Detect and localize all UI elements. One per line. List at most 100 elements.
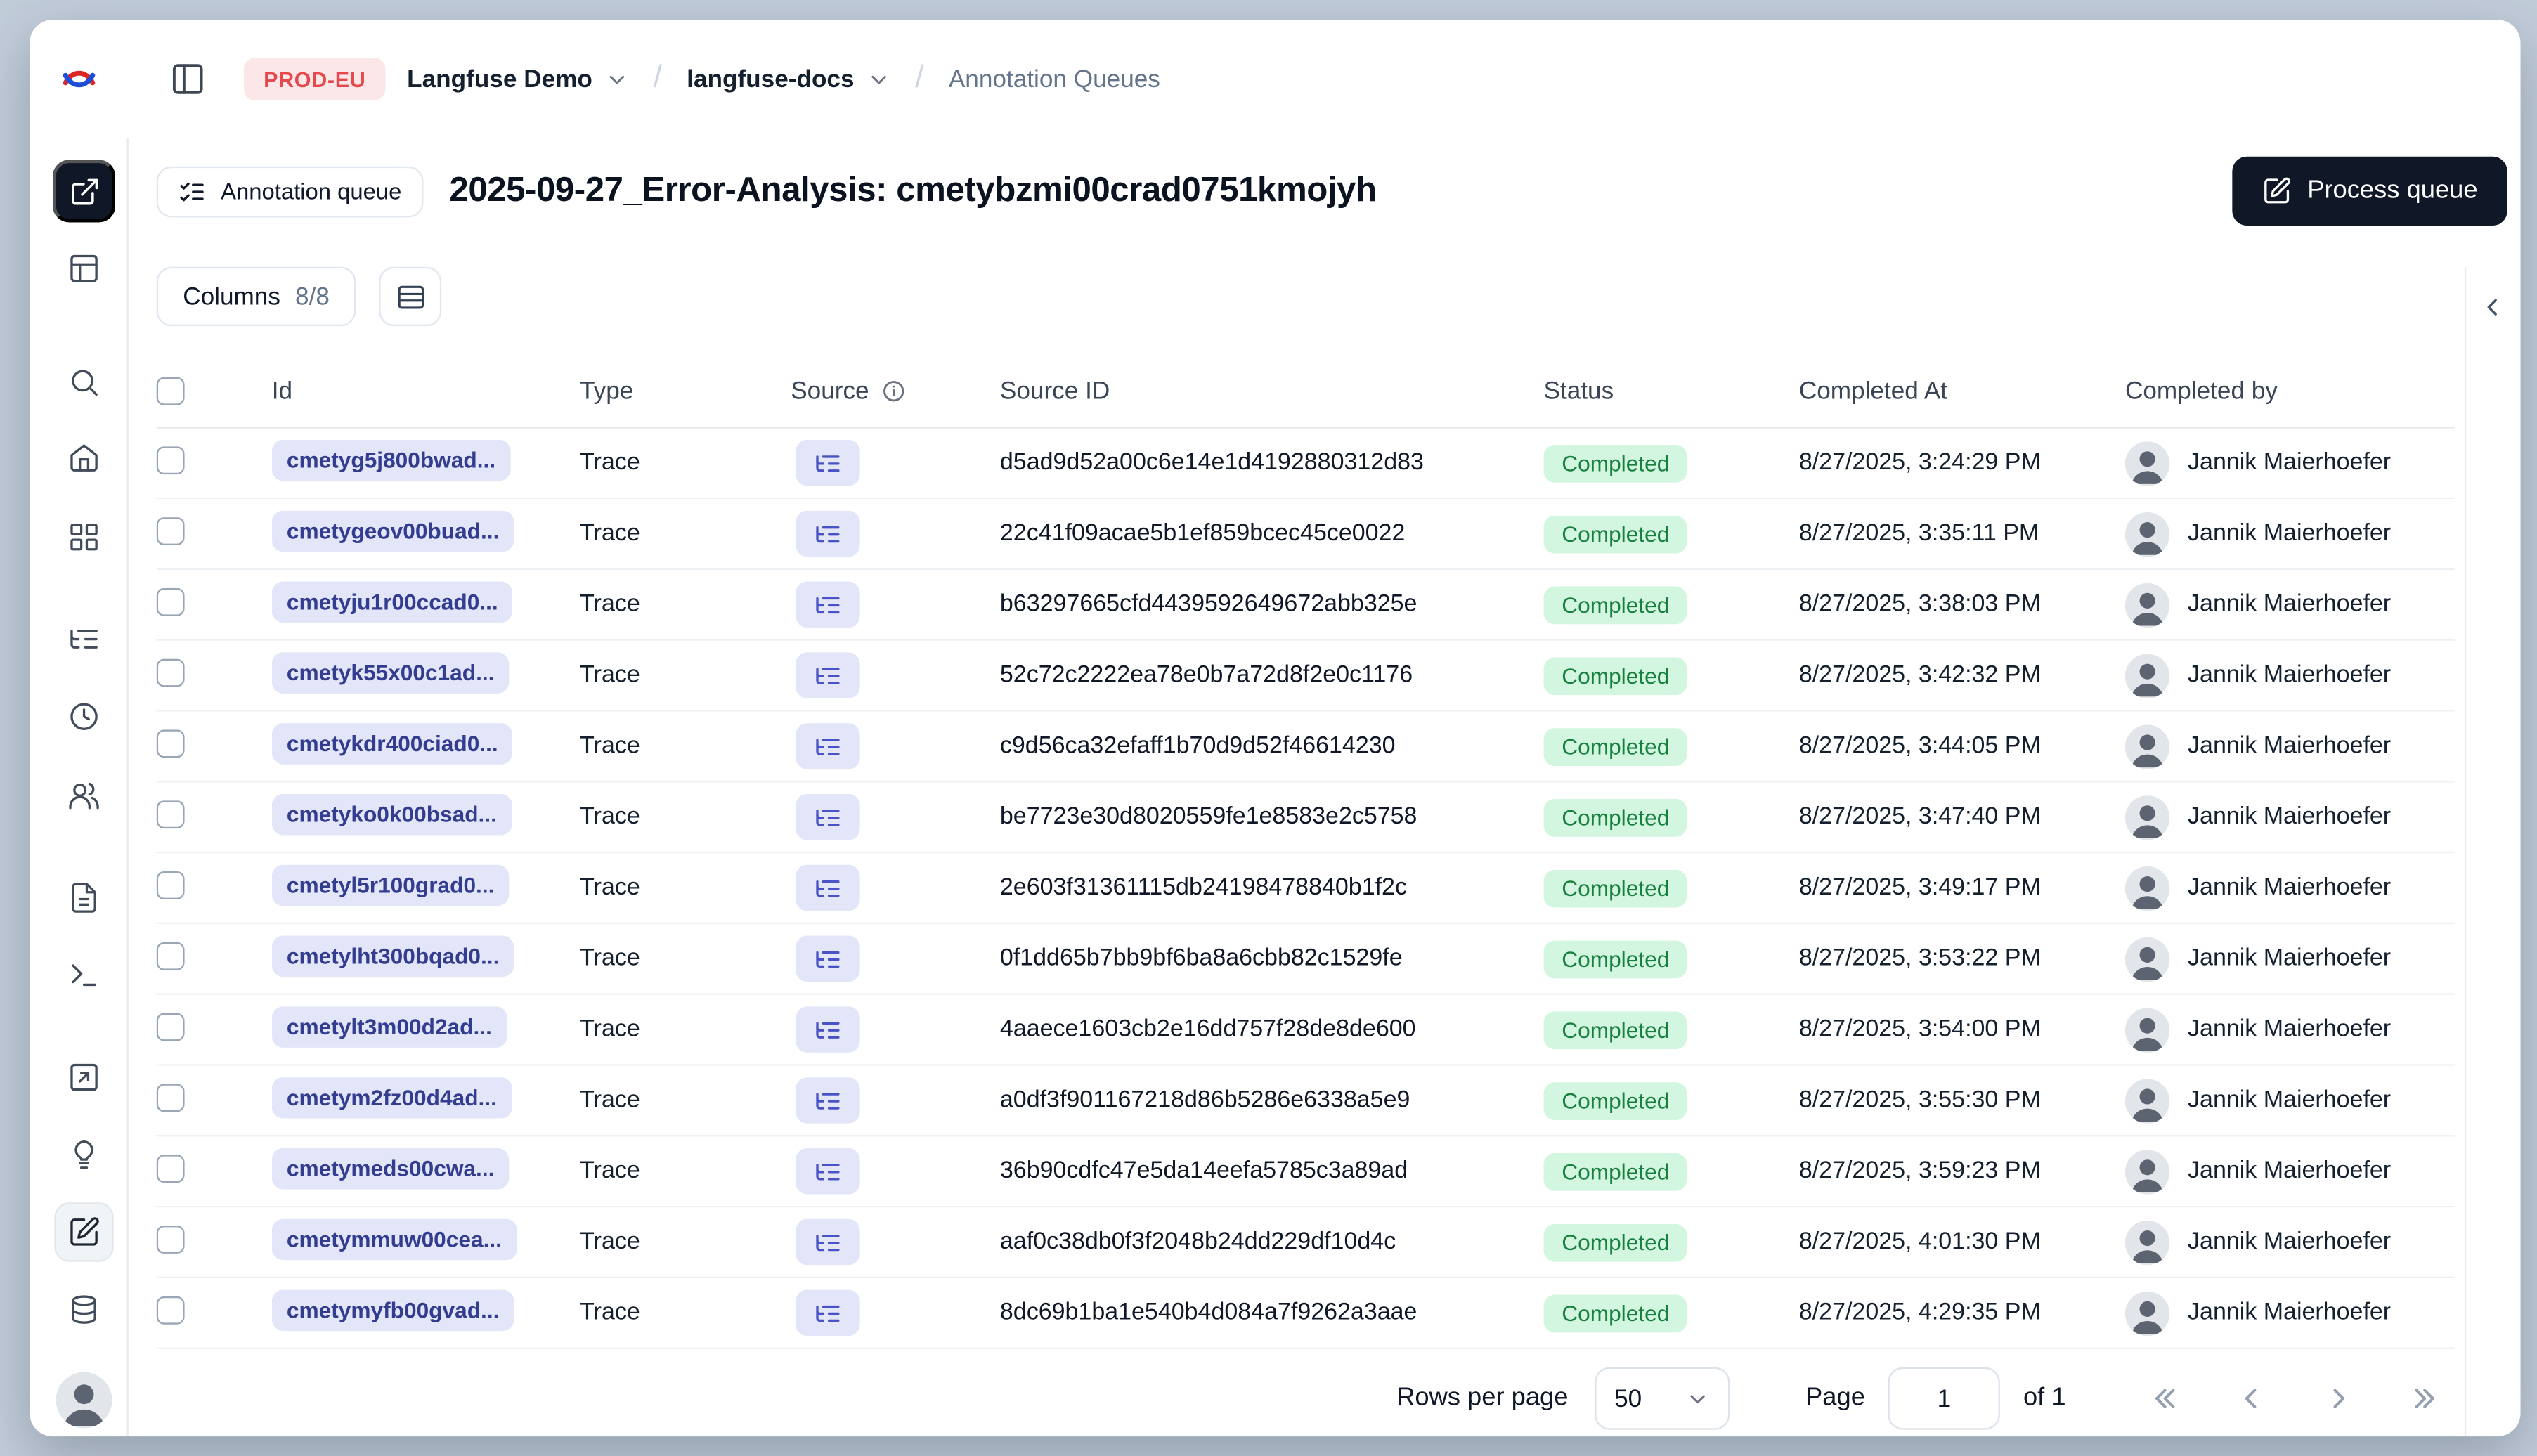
page-number-input[interactable] [1888, 1367, 2001, 1430]
row-checkbox[interactable] [156, 1295, 185, 1324]
completed-by-name: Jannik Maierhoefer [2188, 591, 2392, 618]
list-tree-icon [816, 879, 840, 897]
table-row[interactable]: cmetylht300bqad0... Trace 0f1dd65b7bb9bf… [156, 924, 2455, 995]
row-height-button[interactable] [379, 266, 442, 327]
trace-source-chip[interactable] [796, 864, 860, 911]
item-id-badge[interactable]: cmetyju1r00ccad0... [271, 580, 513, 622]
chevron-down-icon [609, 74, 624, 84]
table-row[interactable]: cmetymyfb00gvad... Trace 8dc69b1ba1e540b… [156, 1278, 2455, 1349]
trace-source-chip[interactable] [796, 510, 860, 557]
trace-source-chip[interactable] [796, 935, 860, 982]
chevron-left-icon [2486, 298, 2496, 315]
row-checkbox[interactable] [156, 1012, 185, 1041]
sidebar-item-sessions[interactable] [54, 687, 113, 746]
queue-type-badge[interactable]: Annotation queue [156, 165, 423, 217]
row-checkbox[interactable] [156, 729, 185, 758]
next-page-button[interactable] [2310, 1370, 2366, 1426]
table-row[interactable]: cmetymeds00cwa... Trace 36b90cdfc47e5da1… [156, 1136, 2455, 1208]
item-type: Trace [580, 1016, 640, 1043]
last-page-button[interactable] [2395, 1370, 2451, 1426]
row-checkbox[interactable] [156, 446, 185, 474]
table-row[interactable]: cmetym2fz00d4ad... Trace a0df3f901167218… [156, 1065, 2455, 1137]
item-id-badge[interactable]: cmetylt3m00d2ad... [271, 1006, 507, 1047]
chevrons-right-icon [2415, 1389, 2434, 1408]
sidebar-item-tables[interactable] [54, 239, 113, 298]
sidebar-item-datasets[interactable] [54, 1280, 113, 1339]
sidebar [30, 138, 129, 1437]
table-row[interactable]: cmetylt3m00d2ad... Trace 4aaece1603cb2e1… [156, 994, 2455, 1066]
table-row[interactable]: cmetymmuw00cea... Trace aaf0c38db0f3f204… [156, 1207, 2455, 1279]
trace-source-chip[interactable] [796, 1148, 860, 1195]
item-id-badge[interactable]: cmetymmuw00cea... [271, 1218, 517, 1260]
trace-source-chip[interactable] [796, 793, 860, 840]
item-id-badge[interactable]: cmetymyfb00gvad... [271, 1289, 514, 1330]
sidebar-item-evaluation[interactable] [54, 1048, 113, 1107]
table-row[interactable]: cmetyko0k00bsad... Trace be7723e30d80205… [156, 782, 2455, 854]
org-switcher[interactable]: Langfuse Demo [407, 65, 628, 93]
row-checkbox[interactable] [156, 1224, 185, 1253]
trace-source-chip[interactable] [796, 439, 860, 486]
row-checkbox[interactable] [156, 800, 185, 828]
sidebar-item-home[interactable] [54, 428, 113, 487]
row-checkbox[interactable] [156, 516, 185, 545]
previous-page-button[interactable] [2224, 1370, 2280, 1426]
completed-by-name: Jannik Maierhoefer [2188, 733, 2392, 760]
row-checkbox[interactable] [156, 1154, 185, 1182]
table-row[interactable]: cmetygeov00buad... Trace 22c41f09acae5b1… [156, 499, 2455, 571]
trace-source-chip[interactable] [796, 581, 860, 628]
item-id-badge[interactable]: cmetyl5r100grad0... [271, 864, 510, 906]
completed-by-avatar [2124, 1290, 2170, 1335]
sidebar-toggle-button[interactable] [163, 54, 212, 103]
item-id-badge[interactable]: cmetyk55x00c1ad... [271, 651, 510, 693]
sidebar-item-insights[interactable] [54, 1125, 113, 1184]
table-row[interactable]: cmetyk55x00c1ad... Trace 52c72c2222ea78e… [156, 640, 2455, 712]
avatar-silhouette-icon [2124, 1290, 2170, 1335]
trace-source-chip[interactable] [796, 1006, 860, 1053]
item-id-badge[interactable]: cmetyg5j800bwad... [271, 438, 511, 481]
info-icon[interactable] [881, 379, 905, 403]
source-header-label: Source [791, 377, 869, 405]
completed-by-avatar [2124, 582, 2170, 627]
rows-per-page-select[interactable]: 50 [1594, 1367, 1730, 1430]
table-row[interactable]: cmetyju1r00ccad0... Trace b63297665cfd44… [156, 570, 2455, 641]
item-id-badge[interactable]: cmetygeov00buad... [271, 509, 514, 552]
row-checkbox[interactable] [156, 870, 185, 899]
trace-source-chip[interactable] [796, 1218, 860, 1266]
row-checkbox[interactable] [156, 658, 185, 687]
column-header-completed-at: Completed At [1798, 377, 1947, 405]
table-row[interactable]: cmetyg5j800bwad... Trace d5ad9d52a00c6e1… [156, 428, 2455, 500]
item-id-badge[interactable]: cmetyko0k00bsad... [271, 793, 512, 835]
row-checkbox[interactable] [156, 1083, 185, 1112]
trace-source-chip[interactable] [796, 652, 860, 698]
item-id-badge[interactable]: cmetym2fz00d4ad... [271, 1076, 512, 1118]
columns-button[interactable]: Columns 8/8 [156, 266, 356, 327]
sidebar-item-search[interactable] [54, 353, 113, 412]
trace-source-chip[interactable] [796, 1077, 860, 1124]
source-id-value: 4aaece1603cb2e16dd757f28de8de600 [999, 1016, 1416, 1043]
sidebar-item-tracing[interactable] [54, 609, 113, 668]
sidebar-item-prompts[interactable] [54, 868, 113, 927]
row-checkbox[interactable] [156, 941, 185, 970]
item-id-badge[interactable]: cmetymeds00cwa... [271, 1147, 510, 1189]
sidebar-item-users[interactable] [54, 766, 113, 825]
project-switcher[interactable]: langfuse-docs [687, 65, 890, 93]
table-row[interactable]: cmetyl5r100grad0... Trace 2e603f31361115… [156, 853, 2455, 925]
source-id-value: aaf0c38db0f3f2048b24dd229df10d4c [999, 1228, 1396, 1256]
process-queue-button[interactable]: Process queue [2231, 156, 2507, 226]
table-row[interactable]: cmetykdr400ciad0... Trace c9d56ca32efaff… [156, 711, 2455, 783]
first-page-button[interactable] [2139, 1370, 2195, 1426]
item-id-badge[interactable]: cmetylht300bqad0... [271, 935, 514, 976]
sidebar-item-playground[interactable] [54, 946, 113, 1005]
item-id-badge[interactable]: cmetykdr400ciad0... [271, 722, 513, 764]
user-avatar[interactable] [56, 1372, 112, 1429]
select-all-checkbox[interactable] [156, 377, 185, 405]
list-tree-icon [816, 455, 840, 472]
row-checkbox[interactable] [156, 587, 185, 616]
trace-source-chip[interactable] [796, 723, 860, 769]
sidebar-item-dashboards[interactable] [54, 507, 113, 566]
list-tree-icon [816, 809, 840, 826]
sidebar-item-open-in-new[interactable] [53, 160, 116, 223]
trace-source-chip[interactable] [796, 1289, 860, 1337]
sidebar-item-annotation-queues[interactable] [54, 1202, 114, 1262]
collapse-panel-button[interactable] [2470, 283, 2516, 330]
